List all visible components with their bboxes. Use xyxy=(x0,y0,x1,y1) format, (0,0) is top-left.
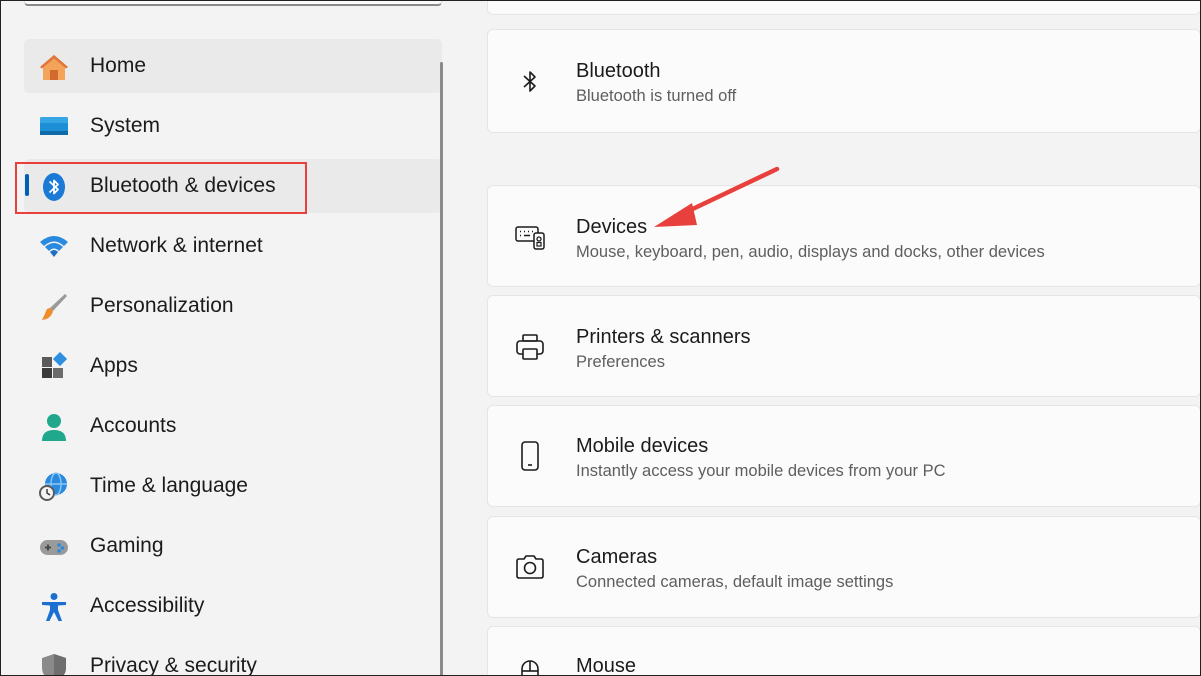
sidebar-item-label: Accessibility xyxy=(90,594,205,617)
sidebar-item-label: Accounts xyxy=(90,414,177,437)
printers-card[interactable]: Printers & scanners Preferences xyxy=(487,295,1201,397)
sidebar-item-label: Network & internet xyxy=(90,234,263,257)
printers-subtitle: Preferences xyxy=(576,353,665,371)
printers-title: Printers & scanners xyxy=(576,326,751,348)
sidebar-item-gaming[interactable]: Gaming xyxy=(24,519,442,573)
devices-subtitle: Mouse, keyboard, pen, audio, displays an… xyxy=(576,243,1045,261)
mouse-icon xyxy=(514,659,546,676)
bluetooth-icon xyxy=(38,172,70,202)
sidebar-item-privacy-security[interactable]: Privacy & security xyxy=(24,639,442,676)
sidebar-item-label: System xyxy=(90,114,161,137)
shield-icon xyxy=(38,652,70,676)
sidebar-item-bluetooth-devices[interactable]: Bluetooth & devices xyxy=(24,159,442,213)
sidebar-item-label: Home xyxy=(90,54,147,77)
mouse-title: Mouse xyxy=(576,655,637,676)
system-icon xyxy=(38,112,70,142)
sidebar-item-accessibility[interactable]: Accessibility xyxy=(24,579,442,633)
sidebar-item-time-language[interactable]: Time & language xyxy=(24,459,442,513)
gamepad-icon xyxy=(38,532,70,562)
sidebar-item-label: Privacy & security xyxy=(90,654,257,676)
devices-icon xyxy=(514,221,546,253)
sidebar-item-label: Apps xyxy=(90,354,138,377)
selection-indicator xyxy=(25,174,29,196)
devices-card[interactable]: Devices Mouse, keyboard, pen, audio, dis… xyxy=(487,185,1201,287)
sidebar-item-label: Bluetooth & devices xyxy=(90,174,276,197)
sidebar-item-accounts[interactable]: Accounts xyxy=(24,399,442,453)
brush-icon xyxy=(38,292,70,322)
bluetooth-status: Bluetooth is turned off xyxy=(576,87,737,105)
accessibility-icon xyxy=(38,592,70,622)
person-icon xyxy=(38,412,70,442)
sidebar-item-personalization[interactable]: Personalization xyxy=(24,279,442,333)
bluetooth-card[interactable]: Bluetooth Bluetooth is turned off xyxy=(487,29,1201,133)
settings-card-remnant xyxy=(487,0,1201,15)
sidebar-item-apps[interactable]: Apps xyxy=(24,339,442,393)
sidebar-item-label: Time & language xyxy=(90,474,248,497)
sidebar-item-system[interactable]: System xyxy=(24,99,442,153)
devices-title: Devices xyxy=(576,216,648,238)
wifi-icon xyxy=(38,232,70,262)
cameras-card[interactable]: Cameras Connected cameras, default image… xyxy=(487,516,1201,618)
mouse-card[interactable]: Mouse xyxy=(487,626,1201,676)
sidebar-item-home[interactable]: Home xyxy=(24,39,442,93)
apps-icon xyxy=(38,352,70,382)
sidebar-scrollbar[interactable] xyxy=(440,62,443,676)
camera-icon xyxy=(514,551,546,583)
bluetooth-title: Bluetooth xyxy=(576,60,661,82)
mobile-devices-subtitle: Instantly access your mobile devices fro… xyxy=(576,462,946,480)
sidebar-item-network[interactable]: Network & internet xyxy=(24,219,442,273)
sidebar-item-label: Personalization xyxy=(90,294,234,317)
mobile-devices-card[interactable]: Mobile devices Instantly access your mob… xyxy=(487,405,1201,507)
cameras-title: Cameras xyxy=(576,546,658,568)
home-icon xyxy=(38,52,70,82)
bluetooth-icon xyxy=(514,66,546,98)
mobile-devices-title: Mobile devices xyxy=(576,435,709,457)
sidebar: Home System Bluetooth & devices Network … xyxy=(0,0,445,676)
phone-icon xyxy=(514,440,546,472)
printer-icon xyxy=(514,331,546,363)
globe-clock-icon xyxy=(38,472,70,502)
sidebar-item-label: Gaming xyxy=(90,534,164,557)
cameras-subtitle: Connected cameras, default image setting… xyxy=(576,573,894,591)
